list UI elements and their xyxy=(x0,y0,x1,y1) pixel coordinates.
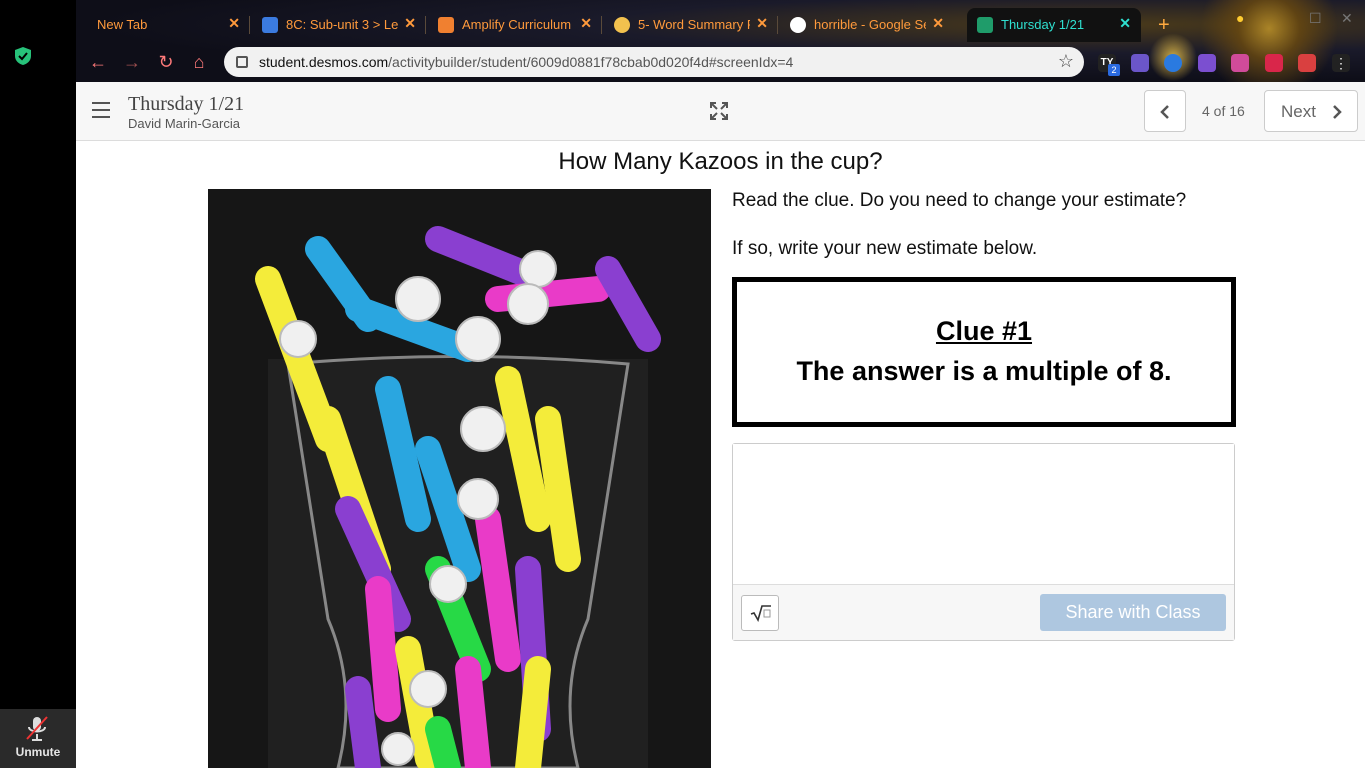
chevron-right-icon xyxy=(1333,105,1342,119)
new-tab-icon[interactable]: + xyxy=(1158,14,1170,37)
screen-title: How Many Kazoos in the cup? xyxy=(558,148,883,175)
screen-counter: 4 of 16 xyxy=(1202,103,1245,119)
tab-amplify[interactable]: Amplify Curriculum ✕ xyxy=(428,8,602,42)
answer-input[interactable] xyxy=(733,444,1234,584)
extension-rw-icon[interactable] xyxy=(1198,54,1216,72)
close-icon[interactable]: ✕ xyxy=(756,15,768,32)
tab-separator xyxy=(249,16,250,34)
shield-icon xyxy=(15,47,31,65)
tab-8c-sub-unit[interactable]: 8C: Sub-unit 3 > Lesson ✕ xyxy=(252,8,426,42)
extensions-puzzle-icon[interactable] xyxy=(1298,54,1316,72)
tab-title: 5- Word Summary F xyxy=(638,17,750,32)
url-path: /activitybuilder/student/6009d0881f78cba… xyxy=(388,54,794,70)
browser-chrome: New Tab ✕ 8C: Sub-unit 3 > Lesson ✕ Ampl… xyxy=(76,0,1365,82)
previous-screen-button[interactable] xyxy=(1144,90,1186,132)
math-keyboard-button[interactable] xyxy=(741,595,779,631)
close-icon[interactable]: ✕ xyxy=(404,15,416,32)
unmute-button[interactable]: Unmute xyxy=(0,709,76,768)
tab-separator xyxy=(425,16,426,34)
next-screen-button[interactable]: Next xyxy=(1264,90,1358,132)
tab-word-summary[interactable]: 5- Word Summary F ✕ xyxy=(604,8,778,42)
student-name: David Marin-Garcia xyxy=(128,116,240,131)
menu-kebab-icon[interactable]: ⋮ xyxy=(1332,54,1350,72)
reload-icon[interactable]: ↻ xyxy=(154,50,178,74)
close-icon[interactable]: ✕ xyxy=(932,15,944,32)
clue-card: Clue #1 The answer is a multiple of 8. xyxy=(732,277,1236,427)
tab-title: Thursday 1/21 xyxy=(1001,17,1085,32)
tab-title: Amplify Curriculum xyxy=(462,17,572,32)
desmos-app: Thursday 1/21 David Marin-Garcia 4 of 16… xyxy=(76,82,1365,768)
back-icon[interactable]: ← xyxy=(86,50,110,74)
fullscreen-icon[interactable] xyxy=(710,102,728,120)
tab-title: horrible - Google Search xyxy=(814,17,926,32)
answer-box: Share with Class xyxy=(732,443,1235,641)
tab-title: New Tab xyxy=(97,17,148,32)
hamburger-menu-icon[interactable] xyxy=(92,102,110,118)
bookmark-star-icon[interactable]: ☆ xyxy=(1058,51,1074,72)
tab-thursday[interactable]: Thursday 1/21 ✕ xyxy=(967,8,1141,42)
tab-strip: New Tab ✕ 8C: Sub-unit 3 > Lesson ✕ Ampl… xyxy=(76,8,1206,42)
kazoo-cup-photo xyxy=(208,189,711,768)
hand-icon xyxy=(614,17,630,33)
extension-video-icon[interactable] xyxy=(1231,54,1249,72)
clue-text: The answer is a multiple of 8. xyxy=(796,356,1172,386)
classroom-icon xyxy=(262,17,278,33)
desmos-icon xyxy=(977,17,993,33)
extension-badge: 2 xyxy=(1108,64,1120,76)
google-icon xyxy=(790,17,806,33)
url-text: student.desmos.com/activitybuilder/stude… xyxy=(259,54,793,70)
activity-header: Thursday 1/21 David Marin-Garcia 4 of 16… xyxy=(76,82,1365,141)
url-domain: student.desmos.com xyxy=(259,54,389,70)
tab-separator xyxy=(777,16,778,34)
chevron-left-icon xyxy=(1160,105,1169,119)
share-with-class-button[interactable]: Share with Class xyxy=(1040,594,1226,631)
clue-heading: Clue #1 xyxy=(935,316,1033,346)
browser-toolbar: ← → ↻ ⌂ student.desmos.com/activitybuild… xyxy=(76,44,1365,80)
microphone-muted-icon xyxy=(26,716,48,741)
answer-footer: Share with Class xyxy=(733,584,1234,640)
profile-icon[interactable]: ● xyxy=(1236,10,1244,26)
tab-title: 8C: Sub-unit 3 > Lesson xyxy=(286,17,398,32)
close-icon[interactable]: ✕ xyxy=(1119,15,1131,32)
forward-icon[interactable]: → xyxy=(120,50,144,74)
tab-separator xyxy=(601,16,602,34)
extension-hex-icon[interactable] xyxy=(1265,54,1283,72)
home-icon[interactable]: ⌂ xyxy=(187,50,211,74)
close-icon[interactable]: ✕ xyxy=(228,15,240,32)
tab-new-tab[interactable]: New Tab ✕ xyxy=(76,8,250,42)
activity-title: Thursday 1/21 xyxy=(128,93,245,115)
prompt-line-1: Read the clue. Do you need to change you… xyxy=(732,190,1187,211)
tab-google-search[interactable]: horrible - Google Search ✕ xyxy=(780,8,954,42)
extension-sound-icon[interactable] xyxy=(1164,54,1182,72)
page-info-icon[interactable] xyxy=(236,56,248,68)
close-icon[interactable]: ✕ xyxy=(580,15,592,32)
unmute-label: Unmute xyxy=(15,745,61,759)
amplify-icon xyxy=(438,17,454,33)
extension-cube-icon[interactable] xyxy=(1131,54,1149,72)
address-bar[interactable]: student.desmos.com/activitybuilder/stude… xyxy=(224,47,1084,77)
window-close-icon[interactable]: ✕ xyxy=(1341,10,1353,27)
maximize-icon[interactable]: ☐ xyxy=(1309,10,1322,27)
next-label: Next xyxy=(1281,102,1316,121)
square-root-icon xyxy=(750,605,771,622)
left-rail: Unmute xyxy=(0,0,76,768)
prompt-line-2: If so, write your new estimate below. xyxy=(732,238,1038,259)
